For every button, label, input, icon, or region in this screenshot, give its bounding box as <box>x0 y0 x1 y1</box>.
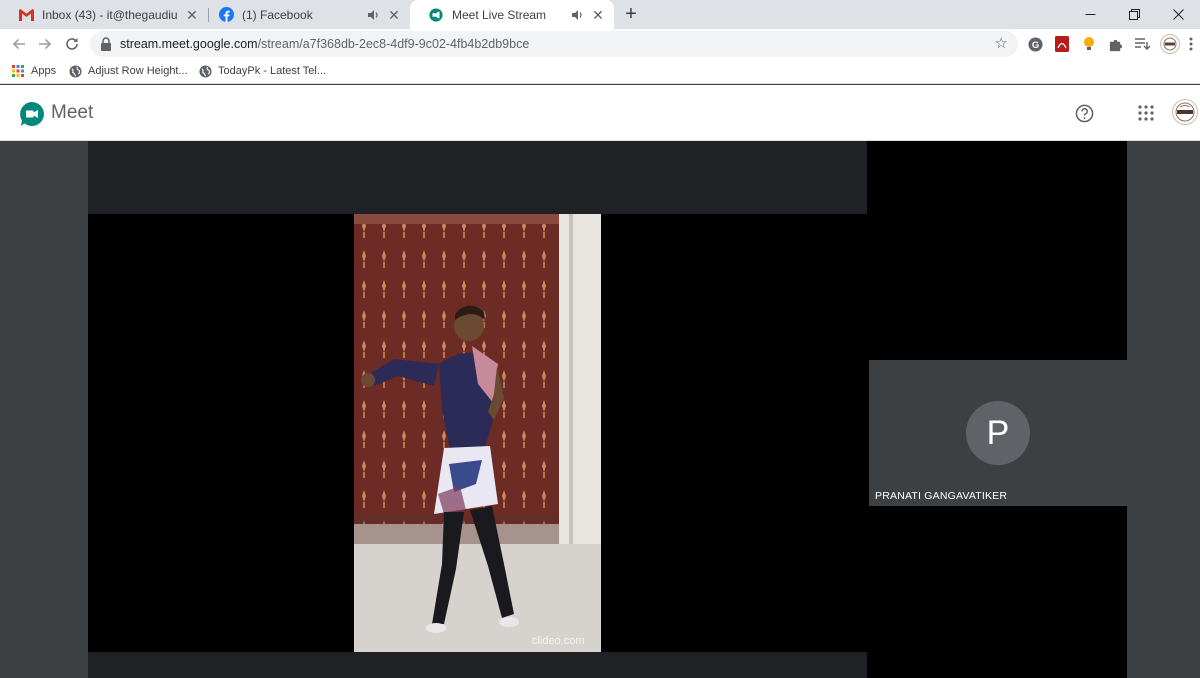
presenter-video[interactable]: clideo.com <box>354 214 601 652</box>
apps-grid-icon <box>11 64 25 78</box>
minimize-icon[interactable] <box>1068 0 1112 29</box>
bookmarks-bar: Apps Adjust Row Height... TodayPk - Late… <box>0 59 1200 84</box>
lock-icon[interactable] <box>100 37 112 51</box>
bookmark-todaypk[interactable]: TodayPk - Latest Tel... <box>198 63 326 79</box>
gmail-icon <box>18 7 34 23</box>
svg-text:G: G <box>1031 39 1038 49</box>
bookmark-label: Apps <box>31 65 57 77</box>
video-watermark: clideo.com <box>532 635 585 647</box>
browser-toolbar: stream.meet.google.com/stream/a7f368db-2… <box>0 29 1200 59</box>
bookmark-adjust-row-height[interactable]: Adjust Row Height... <box>68 63 188 79</box>
globe-icon <box>198 64 212 78</box>
tab-facebook[interactable]: (1) Facebook ✕ <box>200 0 410 29</box>
restore-icon[interactable] <box>1112 0 1156 29</box>
tab-title: Meet Live Stream <box>452 7 547 22</box>
meet-logo-icon[interactable] <box>19 101 45 127</box>
media-queue-icon[interactable] <box>1133 35 1151 53</box>
participant-avatar: P <box>966 401 1030 465</box>
back-icon[interactable] <box>8 33 30 55</box>
bookmark-apps[interactable]: Apps <box>11 63 56 79</box>
tab-title: (1) Facebook <box>242 7 313 22</box>
tab-gmail[interactable]: Inbox (43) - it@thegaudium.com ✕ <box>0 0 208 29</box>
tab-title: Inbox (43) - it@thegaudium.com <box>42 7 178 22</box>
pdf-icon[interactable] <box>1053 35 1071 53</box>
help-circle-icon[interactable] <box>1074 103 1094 123</box>
profile-avatar[interactable] <box>1160 34 1180 54</box>
stream-stage: clideo.com P PRANATI GANGAVATIKER <box>0 141 1200 678</box>
url-path: /stream/a7f368db-2ec8-4df9-9c02-4fb4b2db… <box>257 37 530 51</box>
address-bar[interactable]: stream.meet.google.com/stream/a7f368db-2… <box>90 31 1018 57</box>
bookmark-label: Adjust Row Height... <box>88 65 188 77</box>
close-tab-icon[interactable]: ✕ <box>590 7 606 23</box>
speaker-icon[interactable] <box>570 8 584 22</box>
facebook-icon <box>218 7 234 23</box>
forward-icon[interactable] <box>34 33 56 55</box>
bookmark-label: TodayPk - Latest Tel... <box>218 65 327 77</box>
globe-icon <box>68 64 82 78</box>
meet-title: Meet <box>51 102 94 123</box>
speaker-icon[interactable] <box>366 8 380 22</box>
close-tab-icon[interactable]: ✕ <box>386 7 402 23</box>
new-tab-button[interactable]: + <box>620 4 642 26</box>
bookmark-star-icon[interactable]: ☆ <box>995 35 1008 53</box>
close-tab-icon[interactable]: ✕ <box>184 7 200 23</box>
reload-icon[interactable] <box>61 33 83 55</box>
tab-strip: Inbox (43) - it@thegaudium.com ✕ (1) Fac… <box>0 0 1200 29</box>
browser-menu-icon[interactable] <box>1186 35 1196 53</box>
account-avatar[interactable] <box>1172 99 1198 125</box>
tab-meet-live-stream[interactable]: Meet Live Stream ✕ <box>410 0 614 29</box>
url-text: stream.meet.google.com/stream/a7f368db-2… <box>120 37 529 51</box>
bulb-icon[interactable] <box>1080 35 1098 53</box>
puzzle-icon[interactable] <box>1106 35 1124 53</box>
meet-header: Meet <box>0 85 1200 141</box>
grammarly-icon[interactable]: G <box>1026 35 1044 53</box>
meet-icon <box>428 7 444 23</box>
close-window-icon[interactable] <box>1156 0 1200 29</box>
url-host: stream.meet.google.com <box>120 37 258 51</box>
google-apps-icon[interactable] <box>1136 103 1156 123</box>
participant-tile[interactable]: P PRANATI GANGAVATIKER <box>869 360 1127 506</box>
participant-name: PRANATI GANGAVATIKER <box>875 490 1008 502</box>
